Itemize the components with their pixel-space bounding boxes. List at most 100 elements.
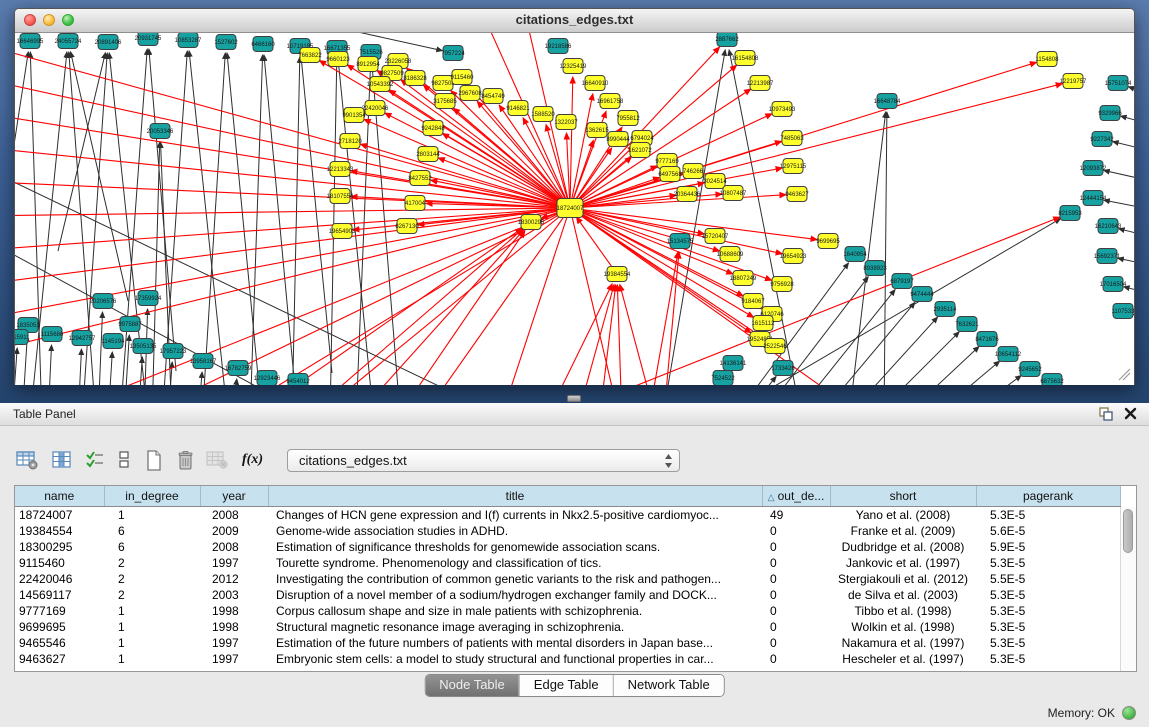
graph-node[interactable]: 18107554	[327, 189, 354, 204]
graph-node[interactable]: 1322037	[554, 115, 578, 130]
graph-node[interactable]: 12093872	[1080, 161, 1107, 176]
graph-node[interactable]: 1145194	[102, 334, 126, 349]
table-row[interactable]: 2242004622012Investigating the contribut…	[15, 571, 1120, 587]
graph-node[interactable]: 8471676	[975, 332, 999, 347]
row-height-icon[interactable]	[118, 447, 130, 473]
graph-node[interactable]: 746266	[683, 164, 704, 179]
graph-node[interactable]: 7957224	[441, 46, 465, 61]
minimize-window-icon[interactable]	[43, 14, 55, 26]
graph-node[interactable]: 16210643	[1095, 219, 1122, 234]
column-header-in_degree[interactable]: in_degree	[104, 486, 200, 507]
function-builder-icon[interactable]: f(x)	[242, 447, 263, 473]
splitter-handle[interactable]	[567, 395, 581, 402]
graph-node[interactable]: 18300295	[518, 215, 545, 230]
graph-node[interactable]: 15134575	[667, 234, 694, 249]
table-row[interactable]: 1872400712008Changes of HCN gene express…	[15, 507, 1120, 524]
graph-node[interactable]: 17957223	[160, 344, 187, 359]
graph-node[interactable]: 18724007	[557, 199, 584, 218]
graph-node[interactable]: 20931745	[135, 33, 162, 46]
network-window[interactable]: citations_edges.txt 16646995 24055724 20…	[14, 8, 1135, 385]
table-row[interactable]: 1938455462009Genome-wide association stu…	[15, 523, 1120, 539]
column-header-title[interactable]: title	[268, 486, 762, 507]
graph-node[interactable]: 2935114	[934, 302, 958, 317]
graph-node[interactable]: 9146821	[506, 101, 530, 116]
graph-node[interactable]: 1640954	[843, 247, 867, 262]
table-source-select[interactable]: citations_edges.txt	[287, 449, 680, 472]
column-header-out_de[interactable]: △out_de...	[762, 486, 830, 507]
graph-node[interactable]: 12923446	[254, 371, 281, 386]
graph-node[interactable]: 16646995	[17, 34, 44, 49]
table-row[interactable]: 1456911722003Disruption of a novel membe…	[15, 587, 1120, 603]
graph-node[interactable]: 10654112	[995, 347, 1022, 362]
graph-node[interactable]: 3915911	[15, 330, 30, 345]
graph-node[interactable]: 1115686	[41, 327, 64, 342]
resize-grip-icon[interactable]	[1119, 369, 1130, 380]
delete-column-icon[interactable]	[176, 447, 194, 473]
table-scrollbar-thumb[interactable]	[1123, 509, 1133, 553]
network-canvas[interactable]: 16646995 24055724 20891406 20931745 1085…	[15, 33, 1134, 385]
graph-node[interactable]: 8454749	[481, 89, 505, 104]
graph-node[interactable]: 9329966	[1098, 106, 1122, 121]
graph-node[interactable]: 12942757	[69, 331, 96, 346]
graph-node[interactable]: 6875632	[1040, 374, 1064, 386]
graph-node[interactable]: 8215953	[1058, 206, 1082, 221]
table-row[interactable]: 946554611997Estimation of the future num…	[15, 635, 1120, 651]
graph-node[interactable]: 9227342	[1090, 132, 1114, 147]
graph-node[interactable]: 10807487	[720, 186, 747, 201]
graph-node[interactable]: 15692371	[1094, 249, 1121, 264]
tab-node-table[interactable]: Node Table	[425, 675, 519, 696]
table-scrollbar[interactable]	[1120, 507, 1136, 671]
graph-node[interactable]: 12219757	[1060, 74, 1087, 89]
graph-node[interactable]: 9245652	[1018, 362, 1042, 377]
graph-node[interactable]: 1733426	[771, 361, 795, 376]
graph-node[interactable]: 7955812	[616, 111, 640, 126]
graph-node[interactable]: 8186328	[403, 71, 427, 86]
graph-node[interactable]: 1615112	[752, 316, 776, 331]
graph-node[interactable]: 2803144	[416, 147, 440, 162]
node-table[interactable]: namein_degreeyeartitle△out_de...shortpag…	[14, 485, 1137, 672]
tab-edge-table[interactable]: Edge Table	[519, 675, 613, 696]
graph-node[interactable]: 9242848	[421, 121, 445, 136]
column-header-year[interactable]: year	[200, 486, 268, 507]
table-row[interactable]: 1830029562008Estimation of significance …	[15, 539, 1120, 555]
graph-node[interactable]: 16648784	[874, 94, 901, 109]
graph-node[interactable]: 24055724	[55, 34, 82, 49]
graph-node[interactable]: 1107533	[1112, 304, 1134, 319]
graph-node[interactable]: 1588520	[531, 107, 555, 122]
graph-node[interactable]: 6879197	[890, 274, 914, 289]
graph-node[interactable]: 9901354	[342, 108, 366, 123]
graph-node[interactable]: 8990444	[606, 132, 630, 147]
graph-node[interactable]: 15751074	[1105, 76, 1132, 91]
network-window-titlebar[interactable]: citations_edges.txt	[15, 9, 1134, 33]
graph-node[interactable]: 20891406	[95, 35, 122, 50]
column-header-pagerank[interactable]: pagerank	[976, 486, 1120, 507]
graph-node[interactable]: 10543392	[367, 77, 394, 92]
close-panel-icon[interactable]	[1123, 406, 1138, 421]
graph-node[interactable]: 17016504	[1100, 277, 1127, 292]
graph-node[interactable]: 12213987	[747, 76, 774, 91]
graph-node[interactable]: 2967608	[458, 86, 482, 101]
graph-node[interactable]: 9699695	[816, 234, 840, 249]
graph-node[interactable]: 19218586	[545, 39, 572, 54]
table-row[interactable]: 969969511998Structural magnetic resonanc…	[15, 619, 1120, 635]
graph-node[interactable]: 9474444	[910, 287, 934, 302]
graph-node[interactable]: 417004	[405, 196, 426, 211]
graph-node[interactable]: 10973493	[769, 102, 796, 117]
graph-node[interactable]: 7485063	[780, 131, 804, 146]
graph-node[interactable]: 7663822	[298, 48, 322, 63]
graph-node[interactable]: 1527602	[214, 35, 238, 50]
close-window-icon[interactable]	[24, 14, 36, 26]
graph-node[interactable]: 9184067	[741, 294, 765, 309]
network-graph[interactable]: 16646995 24055724 20891406 20931745 1085…	[15, 33, 1134, 385]
graph-node[interactable]: 2718120	[338, 134, 362, 149]
create-column-icon[interactable]	[145, 447, 163, 473]
table-row[interactable]: 977716911998Corpus callosum shape and si…	[15, 603, 1120, 619]
graph-node[interactable]: 2522546	[763, 339, 787, 354]
graph-node[interactable]: 1621072	[628, 143, 652, 158]
table-row[interactable]: 946362711997Embryonic stem cells: a mode…	[15, 651, 1120, 667]
graph-node[interactable]: 13505135	[130, 339, 157, 354]
show-columns-icon[interactable]	[51, 447, 73, 473]
column-header-short[interactable]: short	[830, 486, 976, 507]
graph-node[interactable]: 16782759	[225, 361, 252, 376]
graph-node[interactable]: 12325419	[560, 59, 587, 74]
